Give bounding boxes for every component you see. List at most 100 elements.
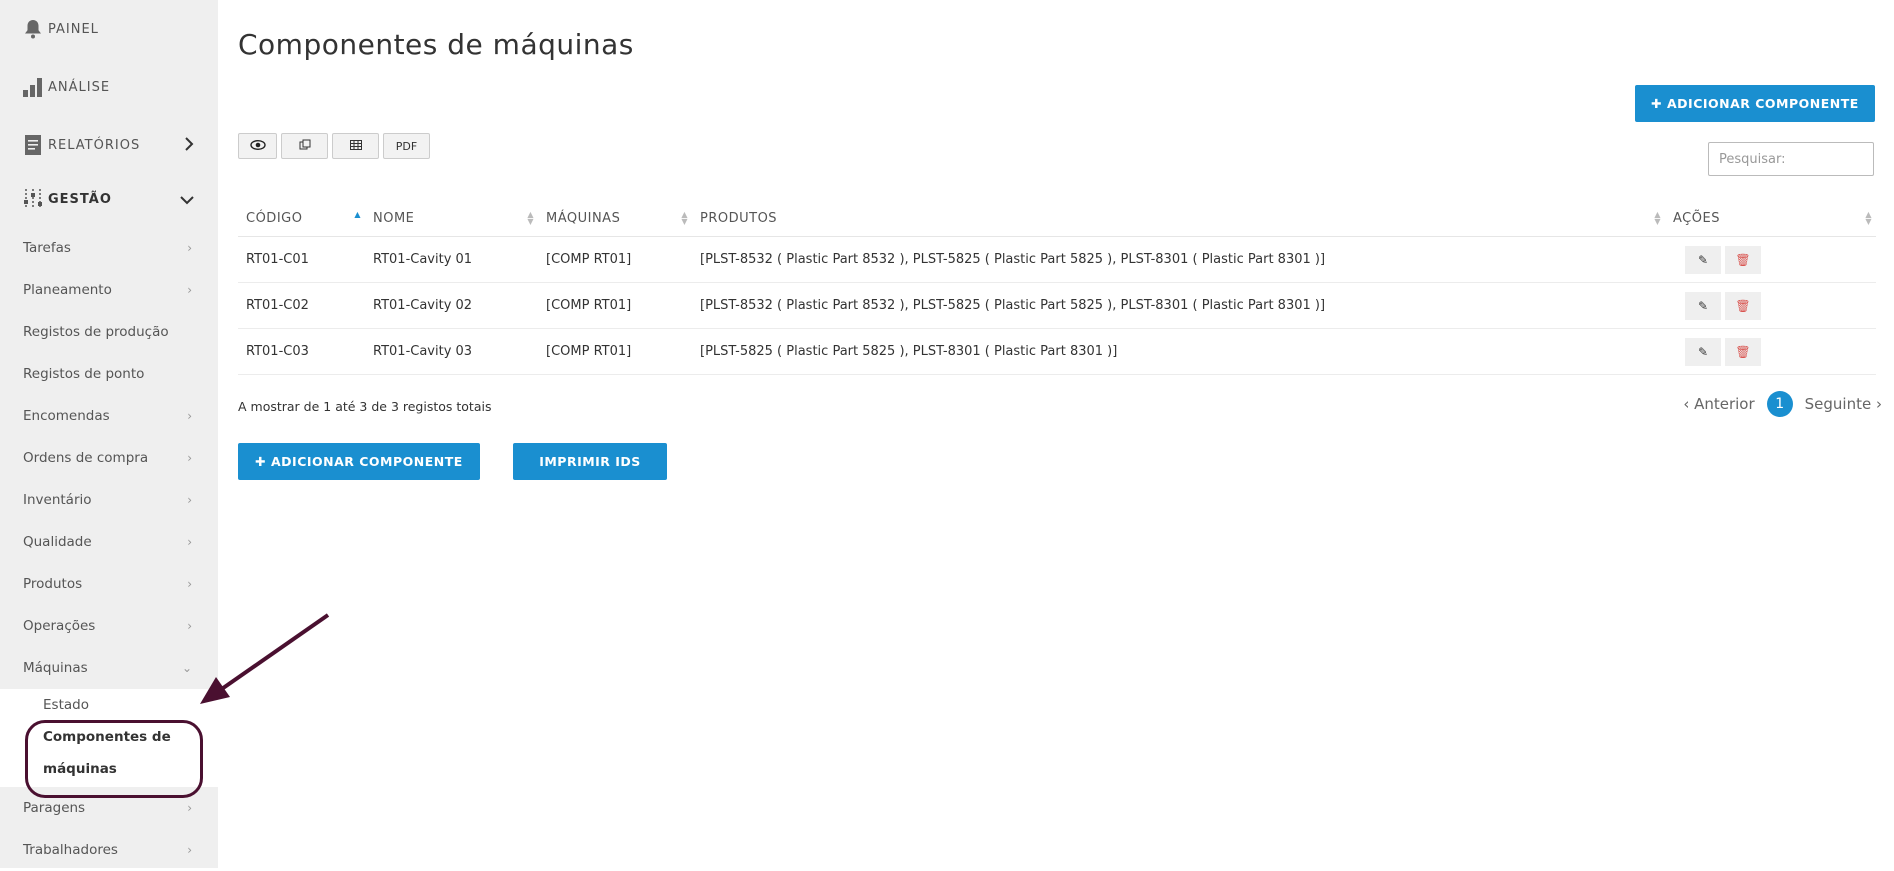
sidebar-item-label: Ordens de compra <box>23 450 149 466</box>
row-code-link[interactable]: RT01-C02 <box>238 282 365 329</box>
column-header-acoes[interactable]: AÇÕES ▲ ▼ <box>1665 200 1876 237</box>
sidebar-item-label: Tarefas <box>23 240 71 256</box>
chevron-down-icon <box>180 190 194 209</box>
chevron-right-icon: › <box>187 577 192 591</box>
chevron-right-icon: › <box>187 451 192 465</box>
row-actions: ✎ 🗑 <box>1665 282 1876 329</box>
column-header-maquinas[interactable]: MÁQUINAS ▲ ▼ <box>538 200 692 237</box>
sidebar-item-label: Paragens <box>23 800 86 816</box>
pdf-button[interactable]: PDF <box>383 133 430 159</box>
copy-button[interactable] <box>281 133 328 159</box>
row-machines: [COMP RT01] <box>538 282 692 329</box>
column-header-label: PRODUTOS <box>700 210 778 226</box>
csv-excel-button[interactable] <box>332 133 379 159</box>
sidebar-item-registos-producao[interactable]: Registos de produção <box>0 311 218 353</box>
table-info: A mostrar de 1 até 3 de 3 registos totai… <box>238 399 492 414</box>
sort-icon: ▲ ▼ <box>681 210 688 226</box>
components-table: CÓDIGO ▲ NOME ▲ ▼ MÁQUINAS ▲ ▼ PRODUTOS ▲ ▼ AÇÕ… <box>238 200 1876 375</box>
sidebar-label: ANÁLISE <box>48 79 111 95</box>
page-title: Componentes de máquinas <box>238 28 634 61</box>
column-header-label: CÓDIGO <box>246 210 303 226</box>
sidebar-gestao[interactable]: GESTÃO <box>0 170 218 228</box>
chevron-right-icon: › <box>187 493 192 507</box>
annotation-arrow <box>200 613 330 704</box>
sidebar-item-label: Trabalhadores <box>23 842 118 858</box>
sort-icon: ▲ ▼ <box>1654 210 1661 226</box>
sidebar-item-trabalhadores[interactable]: Trabalhadores › <box>0 829 218 871</box>
chevron-right-icon: › <box>187 409 192 423</box>
eye-icon <box>249 139 266 153</box>
table-header-row: CÓDIGO ▲ NOME ▲ ▼ MÁQUINAS ▲ ▼ PRODUTOS ▲ ▼ AÇÕ… <box>238 200 1876 237</box>
search-input[interactable] <box>1708 142 1874 176</box>
sidebar-analise[interactable]: ANÁLISE <box>0 58 218 116</box>
row-code-link[interactable]: RT01-C01 <box>238 236 365 283</box>
sidebar-item-registos-ponto[interactable]: Registos de ponto <box>0 353 218 395</box>
add-component-button-top[interactable]: ✚ ADICIONAR COMPONENTE <box>1635 85 1875 122</box>
chevron-right-icon: › <box>187 801 192 815</box>
row-actions: ✎ 🗑 <box>1665 328 1876 375</box>
add-component-button-bottom[interactable]: ✚ ADICIONAR COMPONENTE <box>238 443 480 480</box>
sidebar-item-label: Máquinas <box>23 660 88 676</box>
column-header-nome[interactable]: NOME ▲ ▼ <box>365 200 538 237</box>
sidebar-subitem-estado[interactable]: Estado <box>43 697 89 713</box>
sidebar-item-planeamento[interactable]: Planeamento › <box>0 269 218 311</box>
pagination: ‹ Anterior 1 Seguinte › <box>1683 391 1882 417</box>
row-name: RT01-Cavity 03 <box>365 328 538 375</box>
sidebar-relatorios[interactable]: RELATÓRIOS <box>0 116 218 174</box>
row-name: RT01-Cavity 01 <box>365 236 538 283</box>
sidebar-item-label: Encomendas <box>23 408 110 424</box>
column-header-codigo[interactable]: CÓDIGO ▲ <box>238 200 365 237</box>
print-ids-button[interactable]: IMPRIMIR IDS <box>513 443 667 480</box>
sidebar-item-label: Inventário <box>23 492 92 508</box>
sidebar-item-label: Planeamento <box>23 282 112 298</box>
column-header-label: NOME <box>373 210 415 226</box>
table-icon <box>349 139 362 153</box>
column-header-produtos[interactable]: PRODUTOS ▲ ▼ <box>692 200 1665 237</box>
sidebar-item-inventario[interactable]: Inventário › <box>0 479 218 521</box>
sidebar-painel[interactable]: PAINEL <box>0 0 218 58</box>
sort-icon: ▲ ▼ <box>1865 210 1872 226</box>
toggle-columns-button[interactable] <box>238 133 277 159</box>
sidebar-item-ordens-compra[interactable]: Ordens de compra › <box>0 437 218 479</box>
sidebar-item-label: Operações <box>23 618 96 634</box>
trash-icon[interactable]: 🗑 <box>1725 337 1761 366</box>
sidebar-item-tarefas[interactable]: Tarefas › <box>0 227 218 269</box>
table-row: RT01-C01 RT01-Cavity 01 [COMP RT01] [PLS… <box>238 236 1876 283</box>
row-machines: [COMP RT01] <box>538 236 692 283</box>
row-products: [PLST-5825 ( Plastic Part 5825 ), PLST-8… <box>692 328 1665 375</box>
row-code-link[interactable]: RT01-C03 <box>238 328 365 375</box>
pagination-next[interactable]: Seguinte › <box>1805 395 1882 413</box>
column-header-label: MÁQUINAS <box>546 210 621 226</box>
chevron-right-icon: › <box>187 241 192 255</box>
edit-icon[interactable]: ✎ <box>1685 291 1721 320</box>
sidebar-label: RELATÓRIOS <box>48 137 141 153</box>
sidebar-item-label: Registos de ponto <box>23 366 145 382</box>
table-row: RT01-C02 RT01-Cavity 02 [COMP RT01] [PLS… <box>238 282 1876 329</box>
edit-icon[interactable]: ✎ <box>1685 337 1721 366</box>
chevron-right-icon: › <box>187 283 192 297</box>
sidebar-label: PAINEL <box>48 21 99 37</box>
trash-icon[interactable]: 🗑 <box>1725 291 1761 320</box>
row-machines: [COMP RT01] <box>538 328 692 375</box>
document-icon <box>22 134 44 156</box>
chevron-right-icon <box>184 136 194 155</box>
sidebar-item-operacoes[interactable]: Operações › <box>0 605 218 647</box>
sidebar-item-label: Qualidade <box>23 534 92 550</box>
trash-icon[interactable]: 🗑 <box>1725 245 1761 274</box>
sort-asc-icon: ▲ <box>354 210 361 219</box>
sidebar-item-produtos[interactable]: Produtos › <box>0 563 218 605</box>
edit-icon[interactable]: ✎ <box>1685 245 1721 274</box>
sort-icon: ▲ ▼ <box>527 210 534 226</box>
sidebar-item-maquinas[interactable]: Máquinas ⌄ <box>0 647 218 689</box>
chevron-right-icon: › <box>187 535 192 549</box>
pagination-prev[interactable]: ‹ Anterior <box>1683 395 1754 413</box>
bell-icon <box>22 18 44 40</box>
pagination-current-page[interactable]: 1 <box>1766 391 1793 417</box>
sidebar-item-qualidade[interactable]: Qualidade › <box>0 521 218 563</box>
row-products: [PLST-8532 ( Plastic Part 8532 ), PLST-5… <box>692 236 1665 283</box>
sliders-icon <box>22 188 44 210</box>
row-actions: ✎ 🗑 <box>1665 236 1876 283</box>
table-row: RT01-C03 RT01-Cavity 03 [COMP RT01] [PLS… <box>238 328 1876 375</box>
sidebar-item-encomendas[interactable]: Encomendas › <box>0 395 218 437</box>
row-name: RT01-Cavity 02 <box>365 282 538 329</box>
